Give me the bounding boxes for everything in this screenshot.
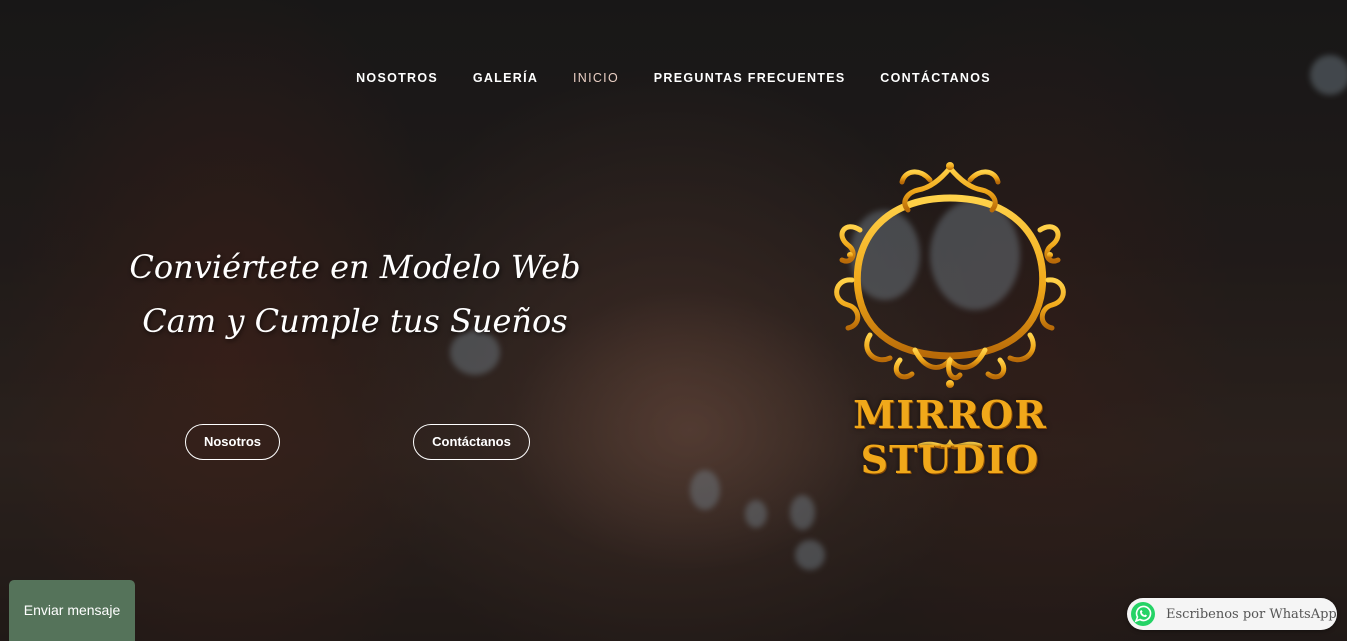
whatsapp-button[interactable]: Escribenos por WhatsApp	[1127, 598, 1337, 630]
send-message-tab[interactable]: Enviar mensaje	[9, 580, 135, 641]
nosotros-button[interactable]: Nosotros	[185, 424, 280, 460]
nav-item-preguntas-frecuentes[interactable]: PREGUNTAS FRECUENTES	[654, 71, 846, 85]
whatsapp-icon	[1131, 602, 1155, 626]
contactanos-button[interactable]: Contáctanos	[413, 424, 530, 460]
nav-item-nosotros[interactable]: NOSOTROS	[356, 71, 438, 85]
hero-section: NOSOTROS GALERÍA INICIO PREGUNTAS FRECUE…	[0, 0, 1347, 641]
main-navigation: NOSOTROS GALERÍA INICIO PREGUNTAS FRECUE…	[0, 71, 1347, 85]
nav-item-galeria[interactable]: GALERÍA	[473, 71, 538, 85]
hero-headline: Conviértete en Modelo Web Cam y Cumple t…	[110, 240, 600, 348]
nav-item-inicio[interactable]: INICIO	[573, 71, 619, 85]
hero-headline-line-2: Cam y Cumple tus Sueños	[142, 302, 568, 340]
whatsapp-label: Escribenos por WhatsApp	[1166, 606, 1337, 622]
logo-text: MIRROR STUDIO	[853, 392, 1047, 482]
hero-headline-line-1: Conviértete en Modelo Web	[129, 248, 581, 286]
nav-item-contactanos[interactable]: CONTÁCTANOS	[880, 71, 991, 85]
mirror-studio-logo: MIRROR STUDIO	[790, 160, 1110, 482]
